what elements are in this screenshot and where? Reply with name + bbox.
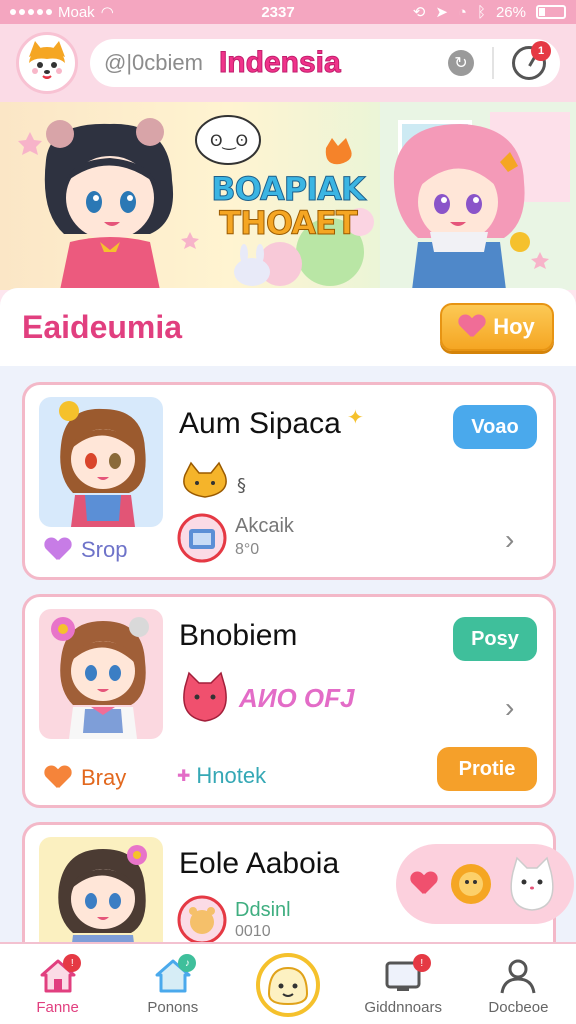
tab-rooms[interactable]: ♪ Ponons bbox=[115, 944, 230, 1024]
hoy-button-label: Hoy bbox=[493, 314, 535, 339]
tab-profile[interactable]: Docbeoe bbox=[461, 944, 576, 1024]
protie-button[interactable]: Protie bbox=[437, 747, 537, 791]
meta-title-1: Akcaik bbox=[235, 515, 294, 537]
tab-cards[interactable]: ! Giddnnoars bbox=[346, 944, 461, 1024]
chevron-right-icon[interactable]: › bbox=[505, 694, 531, 722]
sparkle-icon: ✦ bbox=[347, 407, 364, 429]
card-1-footer[interactable]: Srop bbox=[45, 537, 127, 563]
gift-box-icon bbox=[177, 513, 227, 563]
header-divider bbox=[492, 47, 494, 79]
card-2-footer[interactable]: Bray bbox=[45, 765, 126, 791]
section-title: Eaideumia bbox=[22, 308, 183, 345]
notification-badge: 1 bbox=[531, 41, 551, 61]
voao-button[interactable]: Voao bbox=[453, 405, 537, 449]
header-pill: @|0cbiem Indensia ↻ 1 bbox=[90, 39, 560, 87]
tab-profile-label: Docbeoe bbox=[488, 999, 549, 1016]
tab-home-label: Fanne bbox=[36, 999, 79, 1016]
mascot-center-icon bbox=[256, 953, 320, 1017]
bear-sticker-icon bbox=[177, 895, 227, 945]
profile-avatar[interactable] bbox=[16, 32, 78, 94]
card-2-footer-label: Bray bbox=[81, 765, 127, 790]
alarm-icon: ◔ bbox=[457, 3, 467, 21]
tab-home[interactable]: ! Fanne bbox=[0, 944, 115, 1024]
heart-icon bbox=[411, 872, 437, 896]
character-name-1: Aum Sipaca bbox=[179, 407, 341, 440]
hero-banner[interactable]: ʘ‿ʘ BOAPIAK THOAET bbox=[0, 102, 576, 290]
tab-cards-label: Giddnnoars bbox=[364, 999, 442, 1016]
person-icon bbox=[500, 959, 536, 994]
tab-mascot[interactable] bbox=[230, 944, 345, 1024]
cards-badge-icon: ! bbox=[412, 954, 431, 972]
character-name-3: Eole Aaboia bbox=[179, 847, 340, 880]
section-header: Eaideumia Hoy bbox=[0, 288, 576, 366]
carrier-label: Moak bbox=[58, 3, 95, 21]
status-time: 2337 bbox=[261, 3, 295, 21]
character-card-2[interactable]: Bnobiem Posy AИO OFJ › Bray ✚ Hnotek Pro… bbox=[22, 594, 556, 808]
pet-bubble[interactable] bbox=[396, 844, 574, 924]
battery-icon bbox=[536, 5, 566, 19]
wifi-icon: ◠ bbox=[100, 4, 114, 21]
battery-percent: 26% bbox=[495, 3, 526, 21]
meta-sub-3: 0010 bbox=[235, 923, 271, 940]
character-card-1[interactable]: Aum Sipaca ✦ Voao § Akcaik 8°0 › Srop bbox=[22, 382, 556, 580]
hero-title-line1: BOAPIAK bbox=[211, 170, 366, 208]
hoy-button[interactable]: Hoy bbox=[440, 303, 554, 351]
svg-text:§: § bbox=[237, 475, 246, 496]
lion-sticker-icon bbox=[451, 864, 491, 904]
hnotek-label: Hnotek bbox=[196, 763, 267, 788]
heart-icon bbox=[459, 315, 485, 339]
heart-icon bbox=[45, 766, 71, 790]
home-badge-icon: ! bbox=[63, 954, 82, 972]
bluetooth-icon: ᛒ bbox=[476, 3, 486, 21]
white-cat-sticker-icon bbox=[510, 856, 554, 911]
chevron-right-icon[interactable]: › bbox=[505, 526, 531, 554]
status-bar: Moak ◠ 2337 ⟲ ➤ ◔ ᛒ 26% bbox=[0, 0, 576, 24]
meta-title-2: AИO OFJ bbox=[239, 683, 355, 713]
lock-rotation-icon: ⟲ bbox=[412, 4, 426, 21]
hnotek-link[interactable]: ✚ Hnotek bbox=[177, 763, 266, 789]
hero-title-line2: THOAET bbox=[219, 204, 358, 242]
bottom-tab-bar: ! Fanne ♪ Ponons ! Giddnnoars Docbeoe bbox=[0, 942, 576, 1024]
tab-rooms-label: Ponons bbox=[147, 999, 199, 1016]
card-1-footer-label: Srop bbox=[81, 537, 128, 562]
signal-dots-icon bbox=[10, 9, 52, 15]
character-name-2: Bnobiem bbox=[179, 619, 298, 652]
header-subtitle: @|0cbiem bbox=[104, 50, 203, 75]
cat-sticker-icon: § bbox=[183, 461, 246, 498]
meta-sub-1: 8°0 bbox=[235, 541, 260, 558]
posy-button[interactable]: Posy bbox=[453, 617, 537, 661]
brand-title: Indensia bbox=[218, 46, 341, 80]
hero-title: BOAPIAK THOAET bbox=[208, 170, 368, 242]
pink-cat-sticker-icon bbox=[183, 671, 227, 722]
clock-button-icon[interactable]: 1 bbox=[512, 41, 551, 80]
meta-title-3: Ddsinl bbox=[235, 899, 291, 921]
rooms-badge-icon: ♪ bbox=[178, 954, 197, 972]
svg-text:ʘ‿ʘ: ʘ‿ʘ bbox=[210, 131, 248, 151]
sparkle-cluster-icon: ✚ bbox=[177, 768, 191, 785]
app-header: @|0cbiem Indensia ↻ 1 bbox=[0, 24, 576, 102]
character-portrait-1 bbox=[39, 397, 163, 527]
shiba-mascot-icon bbox=[27, 41, 67, 85]
info-button-icon[interactable]: ↻ bbox=[448, 50, 474, 76]
heart-icon bbox=[45, 538, 71, 562]
chibi-girl-icon bbox=[51, 617, 149, 739]
chibi-girl-icon bbox=[59, 401, 146, 527]
character-portrait-2 bbox=[39, 609, 163, 739]
location-icon: ➤ bbox=[435, 4, 448, 21]
